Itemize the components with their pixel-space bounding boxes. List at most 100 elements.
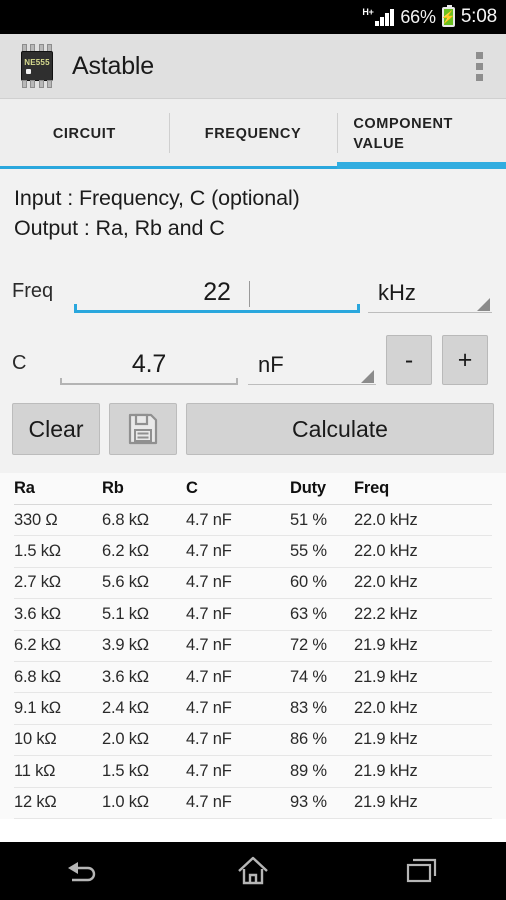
table-row[interactable]: 2.7 kΩ 5.6 kΩ 4.7 nF 60 % 22.0 kHz bbox=[14, 568, 492, 600]
cell-freq: 22.0 kHz bbox=[354, 699, 418, 718]
spinner-underline bbox=[248, 384, 376, 385]
column-header-duty: Duty bbox=[290, 479, 326, 497]
home-icon[interactable] bbox=[211, 848, 295, 894]
tab-frequency[interactable]: FREQUENCY bbox=[168, 99, 338, 169]
tab-active-underline bbox=[337, 162, 506, 169]
cell-freq: 21.9 kHz bbox=[354, 667, 418, 686]
table-row[interactable]: 6.2 kΩ 3.9 kΩ 4.7 nF 72 % 21.9 kHz bbox=[14, 631, 492, 662]
table-row[interactable]: 6.8 kΩ 3.6 kΩ 4.7 nF 74 % 21.9 kHz bbox=[14, 662, 492, 694]
cell-duty: 55 % bbox=[290, 542, 327, 561]
cell-ra: 6.8 kΩ bbox=[14, 667, 61, 686]
table-body: 330 Ω 6.8 kΩ 4.7 nF 51 % 22.0 kHz 1.5 kΩ 6.2 k… bbox=[14, 505, 492, 819]
battery-percent-label: 66% bbox=[400, 6, 436, 27]
cell-duty: 89 % bbox=[290, 761, 327, 780]
cell-freq: 21.9 kHz bbox=[354, 730, 418, 749]
cell-rb: 6.2 kΩ bbox=[102, 542, 149, 561]
back-arrow-icon[interactable] bbox=[42, 848, 126, 894]
cell-cc: 4.7 nF bbox=[186, 667, 232, 686]
cell-freq: 22.0 kHz bbox=[354, 573, 418, 592]
floppy-disk-save-icon bbox=[127, 412, 159, 446]
table-row[interactable]: 9.1 kΩ 2.4 kΩ 4.7 nF 83 % 22.0 kHz bbox=[14, 693, 492, 725]
table-row[interactable]: 11 kΩ 1.5 kΩ 4.7 nF 89 % 21.9 kHz bbox=[14, 756, 492, 788]
frequency-unit-value: kHz bbox=[378, 280, 416, 305]
column-header-freq: Freq bbox=[354, 479, 389, 497]
frequency-value: 22 bbox=[203, 278, 231, 306]
cell-cc: 4.7 nF bbox=[186, 542, 232, 561]
capacitance-input[interactable]: 4.7 bbox=[60, 343, 238, 385]
cell-cc: 4.7 nF bbox=[186, 730, 232, 749]
table-row[interactable]: 3.6 kΩ 5.1 kΩ 4.7 nF 63 % 22.2 kHz bbox=[14, 599, 492, 631]
increment-button[interactable]: + bbox=[442, 335, 488, 385]
cell-freq: 22.0 kHz bbox=[354, 542, 418, 561]
cell-ra: 1.5 kΩ bbox=[14, 542, 61, 561]
cell-freq: 22.2 kHz bbox=[354, 604, 418, 623]
frequency-input[interactable]: 22 bbox=[74, 271, 360, 313]
tab-circuit-label: CIRCUIT bbox=[52, 126, 116, 142]
save-button[interactable] bbox=[109, 403, 177, 455]
cell-ra: 12 kΩ bbox=[14, 793, 57, 812]
tab-circuit[interactable]: CIRCUIT bbox=[0, 99, 169, 169]
recent-apps-icon[interactable] bbox=[380, 848, 464, 894]
chip-label: NE555 bbox=[24, 57, 50, 67]
tab-component-value[interactable]: COMPONENT VALUE bbox=[337, 99, 506, 169]
page-title: Astable bbox=[72, 51, 154, 80]
cell-rb: 5.6 kΩ bbox=[102, 573, 149, 592]
overflow-menu-icon[interactable] bbox=[464, 42, 494, 90]
column-header-rb: Rb bbox=[102, 479, 124, 497]
cell-rb: 5.1 kΩ bbox=[102, 604, 149, 623]
spinner-underline bbox=[368, 312, 492, 313]
app-bar: NE555 Astable bbox=[0, 34, 506, 99]
cell-cc: 4.7 nF bbox=[186, 510, 232, 529]
decrement-button[interactable]: - bbox=[386, 335, 432, 385]
frequency-unit-spinner[interactable]: kHz bbox=[368, 271, 492, 313]
table-row[interactable]: 12 kΩ 1.0 kΩ 4.7 nF 93 % 21.9 kHz bbox=[14, 788, 492, 819]
cell-ra: 9.1 kΩ bbox=[14, 699, 61, 718]
android-navigation-bar bbox=[0, 842, 506, 900]
clock-label: 5:08 bbox=[460, 6, 497, 27]
table-row[interactable]: 10 kΩ 2.0 kΩ 4.7 nF 86 % 21.9 kHz bbox=[14, 725, 492, 757]
cell-freq: 21.9 kHz bbox=[354, 636, 418, 655]
cell-cc: 4.7 nF bbox=[186, 604, 232, 623]
cell-rb: 2.0 kΩ bbox=[102, 730, 149, 749]
cell-cc: 4.7 nF bbox=[186, 793, 232, 812]
cell-duty: 86 % bbox=[290, 730, 327, 749]
capacitance-unit-spinner[interactable]: nF bbox=[248, 343, 376, 385]
cell-ra: 11 kΩ bbox=[14, 761, 56, 780]
tab-underline bbox=[0, 166, 169, 169]
cell-duty: 93 % bbox=[290, 793, 327, 812]
cell-rb: 3.9 kΩ bbox=[102, 636, 149, 655]
cell-rb: 1.0 kΩ bbox=[102, 793, 149, 812]
tab-component-value-label: COMPONENT VALUE bbox=[353, 116, 453, 152]
tab-frequency-label: FREQUENCY bbox=[204, 126, 302, 142]
cell-duty: 60 % bbox=[290, 573, 327, 592]
network-type-label: H+ bbox=[362, 7, 374, 17]
cell-freq: 21.9 kHz bbox=[354, 793, 418, 812]
status-bar: H+ 66% ⚡ 5:08 bbox=[0, 0, 506, 34]
cell-ra: 330 Ω bbox=[14, 510, 58, 529]
cell-duty: 63 % bbox=[290, 604, 327, 623]
tab-underline bbox=[168, 166, 338, 169]
cell-cc: 4.7 nF bbox=[186, 636, 232, 655]
cell-ra: 2.7 kΩ bbox=[14, 573, 61, 592]
io-description: Input : Frequency, C (optional) Output :… bbox=[0, 169, 506, 249]
frequency-label: Freq bbox=[12, 280, 54, 302]
action-button-row: Clear Calculate bbox=[0, 403, 506, 455]
calculate-button[interactable]: Calculate bbox=[186, 403, 494, 455]
results-table: Ra Rb C Duty Freq 330 Ω 6.8 kΩ 4.7 nF 51 % 2… bbox=[0, 473, 506, 819]
capacitance-field-row: C 4.7 nF - + bbox=[0, 333, 506, 385]
capacitance-value: 4.7 bbox=[131, 350, 167, 378]
table-row[interactable]: 330 Ω 6.8 kΩ 4.7 nF 51 % 22.0 kHz bbox=[14, 505, 492, 537]
chevron-down-icon bbox=[361, 370, 374, 383]
clear-button[interactable]: Clear bbox=[12, 403, 100, 455]
cell-cc: 4.7 nF bbox=[186, 573, 232, 592]
cell-duty: 74 % bbox=[290, 667, 327, 686]
cell-ra: 3.6 kΩ bbox=[14, 604, 61, 623]
chevron-down-icon bbox=[477, 298, 490, 311]
frequency-field-row: Freq 22 kHz bbox=[0, 265, 506, 313]
cell-rb: 2.4 kΩ bbox=[102, 699, 149, 718]
cell-ra: 10 kΩ bbox=[14, 730, 57, 749]
table-row[interactable]: 1.5 kΩ 6.2 kΩ 4.7 nF 55 % 22.0 kHz bbox=[14, 536, 492, 568]
cell-cc: 4.7 nF bbox=[186, 761, 232, 780]
cell-freq: 22.0 kHz bbox=[354, 510, 418, 529]
output-description: Output : Ra, Rb and C bbox=[14, 216, 225, 240]
